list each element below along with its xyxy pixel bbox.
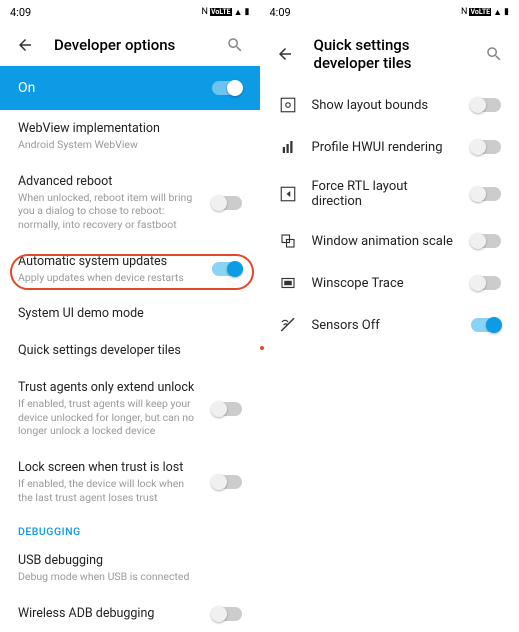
item-webview[interactable]: WebView implementation Android System We… xyxy=(0,110,260,163)
master-toggle-bar[interactable]: On xyxy=(0,66,260,110)
toggle-trust-agents[interactable] xyxy=(212,402,242,416)
page-title: Developer options xyxy=(54,36,206,54)
item-trust-agents[interactable]: Trust agents only extend unlock If enabl… xyxy=(0,369,260,449)
item-lock-screen-trust[interactable]: Lock screen when trust is lost If enable… xyxy=(0,449,260,515)
tile-layout-bounds[interactable]: Show layout bounds xyxy=(260,84,519,126)
statusbar: 4:09 N VoLTE ▲ ▮ xyxy=(260,0,519,24)
toggle-hwui[interactable] xyxy=(471,140,501,154)
item-usb-debugging[interactable]: USB debugging Debug mode when USB is con… xyxy=(0,542,260,595)
layout-icon xyxy=(278,95,298,115)
profile-icon xyxy=(278,137,298,157)
app-bar: Developer options xyxy=(0,24,260,66)
section-debugging: DEBUGGING xyxy=(0,515,260,542)
tile-winscope[interactable]: Winscope Trace xyxy=(260,262,519,304)
winscope-icon xyxy=(278,273,298,293)
item-advanced-reboot[interactable]: Advanced reboot When unlocked, reboot it… xyxy=(0,163,260,243)
page-title: Quick settings developer tiles xyxy=(314,36,466,72)
tile-rtl[interactable]: Force RTL layout direction xyxy=(260,168,519,220)
item-quick-tiles[interactable]: Quick settings developer tiles xyxy=(0,332,260,369)
status-icons: N VoLTE ▲ ▮ xyxy=(461,7,509,18)
item-demo-mode[interactable]: System UI demo mode xyxy=(0,295,260,332)
statusbar: 4:09 N VoLTE ▲ ▮ xyxy=(0,0,260,24)
rtl-icon xyxy=(278,184,298,204)
tile-hwui[interactable]: Profile HWUI rendering xyxy=(260,126,519,168)
search-icon[interactable] xyxy=(226,36,244,54)
toggle-animation[interactable] xyxy=(471,234,501,248)
screen-quick-tiles: 4:09 N VoLTE ▲ ▮ Quick settings develope… xyxy=(260,0,519,632)
item-wireless-adb[interactable]: Wireless ADB debugging xyxy=(0,595,260,632)
toggle-advanced-reboot[interactable] xyxy=(212,196,242,210)
clock: 4:09 xyxy=(270,6,462,19)
search-icon[interactable] xyxy=(485,45,503,63)
toggle-sensors-off[interactable] xyxy=(471,318,501,332)
sensors-off-icon xyxy=(278,315,298,335)
toggle-rtl[interactable] xyxy=(471,187,501,201)
toggle-auto-updates[interactable] xyxy=(212,262,242,276)
toggle-lock-trust[interactable] xyxy=(212,475,242,489)
back-icon[interactable] xyxy=(276,45,294,63)
screen-developer-options: 4:09 N VoLTE ▲ ▮ Developer options On We… xyxy=(0,0,260,632)
toggle-layout-bounds[interactable] xyxy=(471,98,501,112)
master-toggle-label: On xyxy=(18,80,35,96)
app-bar: Quick settings developer tiles xyxy=(260,24,519,84)
clock: 4:09 xyxy=(10,6,202,19)
animation-icon xyxy=(278,231,298,251)
status-icons: N VoLTE ▲ ▮ xyxy=(202,7,250,18)
toggle-wireless-adb[interactable] xyxy=(212,607,242,621)
tile-sensors-off[interactable]: Sensors Off xyxy=(260,304,519,346)
highlight-sensors-off xyxy=(260,346,264,350)
back-icon[interactable] xyxy=(16,36,34,54)
item-auto-updates[interactable]: Automatic system updates Apply updates w… xyxy=(0,243,260,296)
master-toggle[interactable] xyxy=(212,81,242,95)
tile-animation[interactable]: Window animation scale xyxy=(260,220,519,262)
toggle-winscope[interactable] xyxy=(471,276,501,290)
